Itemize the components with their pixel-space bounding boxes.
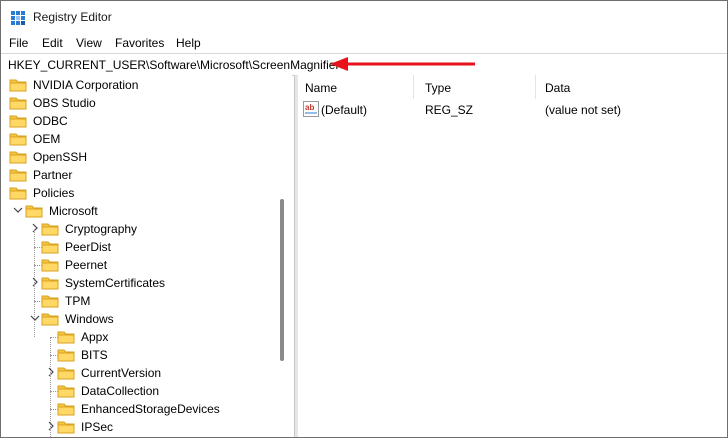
folder-icon — [57, 385, 75, 398]
folder-icon — [41, 259, 59, 272]
tree-item-label: Cryptography — [65, 222, 138, 236]
tree-item[interactable]: OEM — [1, 130, 292, 148]
folder-icon — [9, 151, 27, 164]
folder-icon — [41, 241, 59, 254]
address-path[interactable]: HKEY_CURRENT_USER\Software\Microsoft\Scr… — [8, 58, 339, 72]
tree-item[interactable]: ODBC — [1, 112, 292, 130]
tree-item-label: PeerDist — [65, 240, 112, 254]
tree-item-label: Policies — [33, 186, 75, 200]
tree-item[interactable]: Policies — [1, 184, 292, 202]
tree-item[interactable]: EnhancedStorageDevices — [1, 400, 292, 418]
tree-item-label: Partner — [33, 168, 73, 182]
column-divider[interactable] — [535, 75, 536, 99]
column-header-type[interactable]: Type — [425, 81, 451, 95]
menu-help[interactable]: Help — [176, 36, 201, 50]
folder-icon — [25, 205, 43, 218]
title-bar[interactable]: Registry Editor — [1, 1, 727, 33]
folder-icon — [9, 187, 27, 200]
folder-icon — [41, 295, 59, 308]
value-row[interactable]: ab (Default) REG_SZ (value not set) — [298, 101, 727, 119]
tree-item-label: OpenSSH — [33, 150, 88, 164]
menu-bar: File Edit View Favorites Help — [1, 33, 727, 53]
folder-icon — [9, 169, 27, 182]
tree-connector — [34, 229, 35, 337]
folder-icon — [57, 349, 75, 362]
column-header-name[interactable]: Name — [305, 81, 337, 95]
column-header-row: Name Type Data — [298, 75, 727, 99]
tree-item[interactable]: PeerDist — [1, 238, 292, 256]
folder-icon — [57, 421, 75, 434]
tree-item[interactable]: Microsoft — [1, 202, 292, 220]
chevron-right-icon[interactable] — [46, 420, 56, 432]
tree-scrollbar-thumb[interactable] — [280, 199, 284, 361]
chevron-right-icon[interactable] — [30, 276, 40, 288]
tree-item-label: ODBC — [33, 114, 68, 128]
tree-item[interactable]: OBS Studio — [1, 94, 292, 112]
registry-editor-icon — [11, 11, 25, 25]
tree-item[interactable]: Windows — [1, 310, 292, 328]
tree-item[interactable]: Peernet — [1, 256, 292, 274]
menu-favorites[interactable]: Favorites — [115, 36, 164, 50]
column-divider[interactable] — [413, 75, 414, 99]
menu-file[interactable]: File — [9, 36, 28, 50]
tree-item[interactable]: BITS — [1, 346, 292, 364]
tree-item[interactable]: Partner — [1, 166, 292, 184]
key-tree[interactable]: NVIDIA Corporation OBS Studio ODBC OEM OpenS… — [1, 75, 292, 437]
tree-item[interactable]: TPM — [1, 292, 292, 310]
folder-icon — [9, 133, 27, 146]
folder-icon — [41, 223, 59, 236]
tree-item-label: OEM — [33, 132, 61, 146]
tree-item-label: Windows — [65, 312, 114, 326]
column-header-data[interactable]: Data — [545, 81, 570, 95]
folder-icon — [9, 79, 27, 92]
tree-item-label: CurrentVersion — [81, 366, 162, 380]
chevron-right-icon[interactable] — [30, 222, 40, 234]
chevron-down-icon[interactable] — [30, 312, 40, 324]
tree-item-label: BITS — [81, 348, 108, 362]
tree-item-label: IPSec — [81, 420, 114, 434]
tree-item[interactable]: OpenSSH — [1, 148, 292, 166]
tree-item[interactable]: IPSec — [1, 418, 292, 436]
menu-view[interactable]: View — [76, 36, 102, 50]
chevron-right-icon[interactable] — [46, 366, 56, 378]
tree-item[interactable]: CurrentVersion — [1, 364, 292, 382]
chevron-down-icon[interactable] — [13, 204, 23, 216]
tree-item-label: OBS Studio — [33, 96, 96, 110]
tree-item[interactable]: NVIDIA Corporation — [1, 76, 292, 94]
tree-item-label: EnhancedStorageDevices — [81, 402, 220, 416]
tree-item-label: TPM — [65, 294, 91, 308]
folder-icon — [57, 331, 75, 344]
tree-item[interactable]: Appx — [1, 328, 292, 346]
folder-icon — [9, 97, 27, 110]
value-type: REG_SZ — [425, 103, 474, 117]
tree-item-label: NVIDIA Corporation — [33, 78, 139, 92]
tree-item-label: SystemCertificates — [65, 276, 166, 290]
tree-item-label: Peernet — [65, 258, 108, 272]
folder-icon — [57, 403, 75, 416]
tree-item-label: DataCollection — [81, 384, 160, 398]
window-title: Registry Editor — [33, 10, 112, 24]
folder-icon — [9, 115, 27, 128]
folder-icon — [41, 277, 59, 290]
string-value-icon: ab — [303, 101, 319, 117]
folder-icon — [57, 367, 75, 380]
value-list[interactable]: Name Type Data ab (Default) REG_SZ (valu… — [298, 75, 727, 437]
tree-connector — [50, 337, 51, 437]
folder-icon — [41, 313, 59, 326]
value-name: (Default) — [321, 103, 368, 117]
svg-text:ab: ab — [305, 103, 314, 112]
tree-item-label: Appx — [81, 330, 109, 344]
tree-item[interactable]: Cryptography — [1, 220, 292, 238]
registry-editor-window: Registry Editor File Edit View Favorites… — [0, 0, 728, 438]
tree-item[interactable]: SystemCertificates — [1, 274, 292, 292]
menu-edit[interactable]: Edit — [42, 36, 63, 50]
annotation-arrow-icon — [330, 57, 475, 71]
tree-item[interactable]: DataCollection — [1, 382, 292, 400]
value-data: (value not set) — [545, 103, 622, 117]
tree-item-label: Microsoft — [49, 204, 98, 218]
